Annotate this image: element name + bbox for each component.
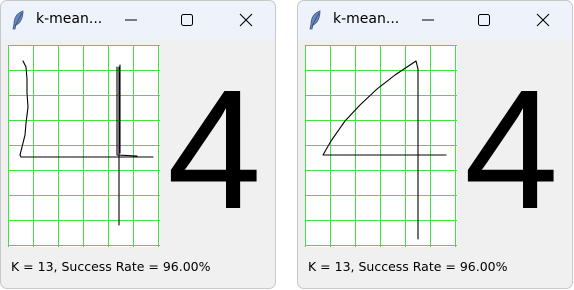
maximize-button[interactable]: [164, 1, 210, 39]
feather-icon[interactable]: [308, 10, 322, 30]
minimize-icon: [125, 19, 137, 21]
minimize-icon: [422, 19, 434, 21]
close-icon: [239, 13, 253, 27]
title-bar[interactable]: k-mean...: [298, 1, 572, 39]
maximize-button[interactable]: [461, 1, 507, 39]
close-button[interactable]: [520, 1, 566, 39]
feather-icon[interactable]: [11, 10, 25, 30]
window-title: k-mean...: [36, 11, 103, 27]
kmeans-window-1: k-mean... 4 K = 13, Success Rate = 96.00…: [0, 0, 276, 289]
title-bar[interactable]: k-mean...: [1, 1, 275, 39]
predicted-digit: 4: [167, 55, 262, 245]
drawing-canvas[interactable]: [305, 45, 457, 247]
close-button[interactable]: [223, 1, 269, 39]
minimize-button[interactable]: [108, 1, 154, 39]
close-icon: [536, 13, 550, 27]
status-label: K = 13, Success Rate = 96.00%: [11, 259, 211, 274]
window-title: k-mean...: [333, 11, 400, 27]
maximize-icon: [478, 14, 490, 26]
maximize-icon: [181, 14, 193, 26]
handwritten-stroke: [322, 60, 447, 240]
predicted-digit: 4: [464, 55, 559, 245]
minimize-button[interactable]: [405, 1, 451, 39]
drawing-canvas[interactable]: [8, 45, 160, 247]
status-label: K = 13, Success Rate = 96.00%: [308, 259, 508, 274]
kmeans-window-2: k-mean... 4 K = 13, Success Rate = 96.00…: [297, 0, 573, 289]
canvas-grid: [8, 45, 160, 247]
